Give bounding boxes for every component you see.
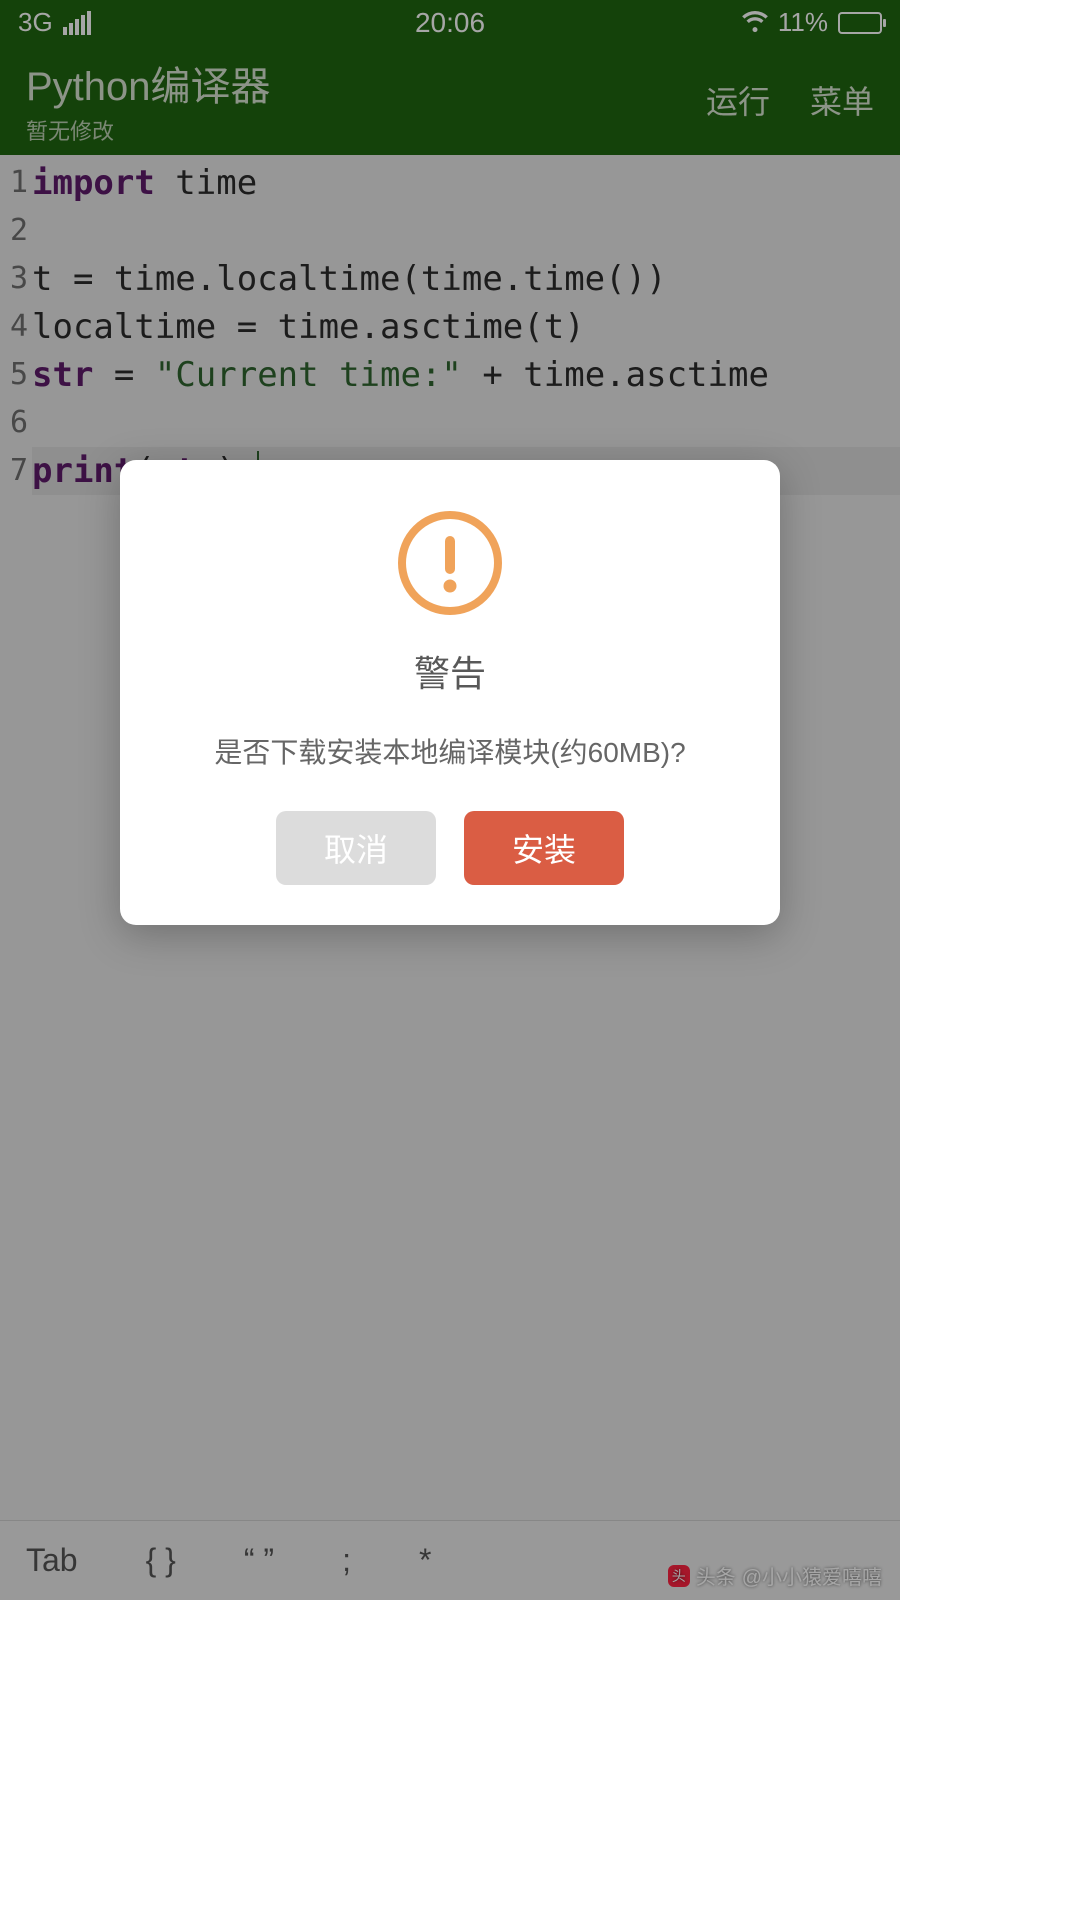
modal-overlay[interactable]: 警告 是否下载安装本地编译模块(约60MB)? 取消 安装 (0, 0, 900, 1600)
dialog-message: 是否下载安装本地编译模块(约60MB)? (214, 733, 685, 773)
dialog-title: 警告 (414, 645, 486, 697)
install-button[interactable]: 安装 (464, 811, 624, 885)
warning-dialog: 警告 是否下载安装本地编译模块(约60MB)? 取消 安装 (120, 460, 780, 925)
warning-icon (395, 508, 505, 623)
cancel-button[interactable]: 取消 (276, 811, 436, 885)
